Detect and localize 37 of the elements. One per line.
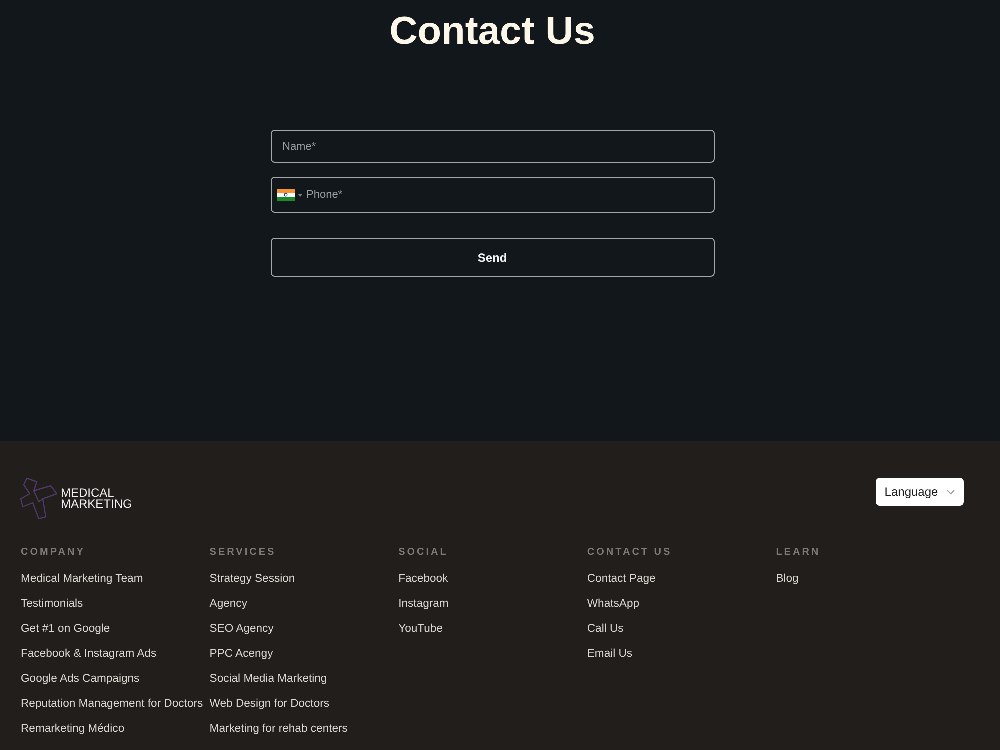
footer-link[interactable]: Contact Page bbox=[587, 573, 656, 585]
chevron-down-icon bbox=[947, 490, 956, 494]
footer-link[interactable]: WhatsApp bbox=[587, 598, 640, 610]
column-heading: COMPANY bbox=[21, 546, 86, 560]
footer-link[interactable]: Medical Marketing Team bbox=[21, 573, 144, 585]
footer-link[interactable]: Agency bbox=[210, 598, 248, 610]
language-dropdown[interactable]: Language bbox=[876, 478, 964, 506]
footer-link[interactable]: Get #1 on Google bbox=[21, 623, 110, 635]
footer-link[interactable]: Testimonials bbox=[21, 598, 84, 610]
footer-link[interactable]: PPC Acengy bbox=[210, 648, 274, 660]
column-heading: CONTACT US bbox=[587, 546, 674, 560]
send-button[interactable]: Send bbox=[270, 238, 714, 277]
column-heading: SOCIAL bbox=[398, 546, 450, 560]
caret-icon[interactable] bbox=[298, 194, 302, 197]
logo-icon bbox=[20, 477, 59, 520]
footer-link[interactable]: YouTube bbox=[398, 623, 443, 635]
phone-field[interactable]: Phone* bbox=[270, 177, 714, 213]
column-heading: LEARN bbox=[776, 546, 822, 560]
footer-link[interactable]: Marketing for rehab centers bbox=[210, 723, 348, 735]
footer-link[interactable]: SEO Agency bbox=[210, 623, 274, 635]
footer-link[interactable]: Social Media Marketing bbox=[210, 673, 328, 685]
logo-text: MEDICAL MARKETING bbox=[61, 488, 132, 510]
footer-link[interactable]: Web Design for Doctors bbox=[210, 698, 330, 710]
name-field[interactable]: Name* bbox=[270, 130, 714, 163]
footer-link[interactable]: Facebook & Instagram Ads bbox=[21, 648, 157, 660]
page-title: Contact Us bbox=[388, 10, 596, 54]
footer-link[interactable]: Instagram bbox=[398, 598, 449, 610]
column-heading: SERVICES bbox=[210, 546, 278, 560]
footer-link[interactable]: Facebook bbox=[398, 573, 448, 585]
footer-link[interactable]: Google Ads Campaigns bbox=[21, 673, 140, 685]
footer-link[interactable]: Call Us bbox=[587, 623, 624, 635]
footer-link[interactable]: Reputation Management for Doctors bbox=[21, 698, 204, 710]
footer-link[interactable]: Remarketing Médico bbox=[21, 723, 125, 735]
footer-link[interactable]: Strategy Session bbox=[210, 573, 296, 585]
footer-link[interactable]: Email Us bbox=[587, 648, 633, 660]
footer-link[interactable]: Blog bbox=[776, 573, 799, 585]
flag-icon[interactable] bbox=[276, 189, 294, 201]
